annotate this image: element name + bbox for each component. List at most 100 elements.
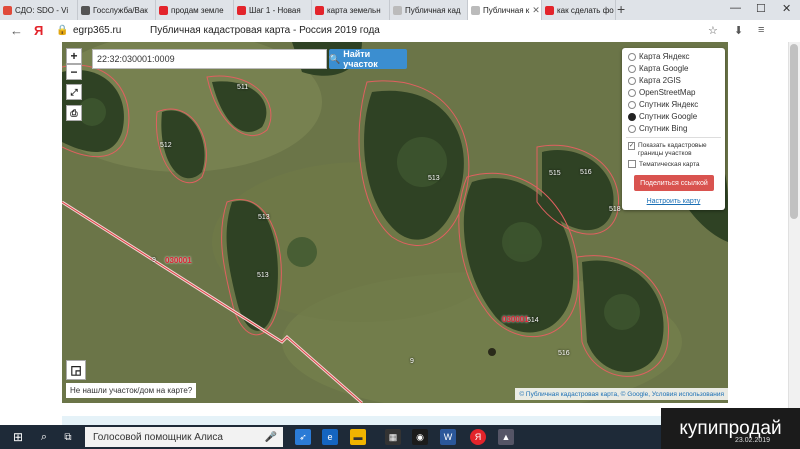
layer-option[interactable]: Спутник Яндекс <box>628 100 698 109</box>
media-app-icon[interactable]: ▦ <box>385 429 401 445</box>
radio-icon <box>628 76 636 85</box>
layer-option-selected[interactable]: Спутник Google <box>628 112 697 121</box>
tab-favicon-icon <box>237 5 246 15</box>
browser-tab[interactable]: Публичная кад <box>390 0 468 20</box>
zoom-out-button[interactable]: − <box>66 64 82 80</box>
browser-tab[interactable]: Госслужба/Вак <box>78 0 156 20</box>
file-explorer-icon[interactable]: ▬ <box>350 429 366 445</box>
layer-label: Спутник Яндекс <box>639 100 699 109</box>
parcel-label: 9 <box>152 257 156 264</box>
obs-icon[interactable]: ◉ <box>412 429 428 445</box>
tab-favicon-icon <box>471 5 480 15</box>
tab-label: Публичная кад <box>405 5 461 15</box>
yandex-logo-icon[interactable]: Я <box>34 23 43 38</box>
print-icon[interactable]: ⎙ <box>66 105 82 121</box>
parcel-label: 9 <box>410 358 414 365</box>
page-title: Публичная кадастровая карта - Россия 201… <box>150 25 380 36</box>
radio-icon <box>628 100 636 109</box>
layer-option[interactable]: Карта Яндекс <box>628 52 690 61</box>
tab-favicon-icon <box>3 5 12 15</box>
checkbox-checked-icon: ✓ <box>628 142 636 150</box>
word-icon[interactable]: W <box>440 429 456 445</box>
layer-option[interactable]: Карта 2GIS <box>628 76 681 85</box>
taskbar-date: 23.02.2019 <box>735 437 771 444</box>
radio-icon <box>628 64 636 73</box>
taskbar-search-input[interactable]: Голосовой помощник Алиса 🎤 <box>85 427 283 447</box>
browser-tab-active[interactable]: Публичная к ✕ <box>468 0 542 20</box>
tab-favicon-icon <box>545 5 554 15</box>
divider <box>626 137 721 138</box>
zoom-in-button[interactable]: + <box>66 48 82 64</box>
watermark-logo: купипродай <box>661 408 800 449</box>
windows-start-icon[interactable]: ⊞ <box>10 429 26 445</box>
minimize-icon[interactable]: — <box>730 2 741 14</box>
url-text[interactable]: egrp365.ru <box>73 25 121 36</box>
edge-browser-icon[interactable]: e <box>322 429 338 445</box>
find-parcel-button[interactable]: 🔍 Найти участок <box>329 49 407 69</box>
layer-option[interactable]: Карта Google <box>628 64 688 73</box>
thematic-map-checkbox[interactable]: Тематическая карта <box>628 160 700 168</box>
checkbox-label: Тематическая карта <box>639 160 700 168</box>
parcel-label: 512 <box>160 142 172 149</box>
browser-tab[interactable]: продам земле <box>156 0 234 20</box>
browser-tab[interactable]: СДО: SDO - Vi <box>0 0 78 20</box>
configure-map-link[interactable]: Настроить карту <box>622 198 725 205</box>
browser-tab[interactable]: как сделать фо <box>542 0 616 20</box>
tab-label: продам земле <box>171 5 224 15</box>
not-found-link[interactable]: Не нашли участок/дом на карте? <box>66 383 196 398</box>
download-icon[interactable]: ⬇ <box>734 24 743 37</box>
address-bar: ← Я 🔒 egrp365.ru Публичная кадастровая к… <box>0 20 800 43</box>
browser-tab[interactable]: Шаг 1 - Новая <box>234 0 312 20</box>
cadastral-borders-checkbox[interactable]: ✓ Показать кадастровые границы участков <box>628 142 718 158</box>
layer-option[interactable]: Спутник Bing <box>628 124 687 133</box>
radio-icon <box>628 124 636 133</box>
radio-icon <box>628 52 636 61</box>
layer-label: Спутник Bing <box>639 124 688 133</box>
layer-option[interactable]: OpenStreetMap <box>628 88 695 97</box>
new-tab-icon[interactable]: + <box>617 1 625 17</box>
close-tab-icon[interactable]: ✕ <box>532 5 540 16</box>
back-arrow-icon[interactable]: ← <box>10 23 23 38</box>
tab-label: Шаг 1 - Новая <box>249 5 301 15</box>
parcel-label: 516 <box>558 350 570 357</box>
cadastral-search-input[interactable] <box>92 49 327 69</box>
share-link-button[interactable]: Поделиться ссылкой <box>634 175 714 191</box>
tab-label: карта земельн <box>327 5 381 15</box>
layer-label: Карта Яндекс <box>639 52 690 61</box>
layer-label: Карта Google <box>639 64 689 73</box>
layer-label: OpenStreetMap <box>639 88 696 97</box>
find-parcel-label: Найти участок <box>343 49 378 69</box>
layer-label: Спутник Google <box>639 112 698 121</box>
radio-selected-icon <box>628 112 636 121</box>
browser-tab-strip: СДО: SDO - Vi Госслужба/Вак продам земле… <box>0 0 800 20</box>
fullscreen-icon[interactable]: ⤢ <box>66 84 82 100</box>
checkbox-icon <box>628 160 636 168</box>
satellite-map[interactable]: 511 512 513 513 515 516 518 9 513 514 9 … <box>62 42 728 403</box>
lock-icon: 🔒 <box>56 25 69 36</box>
parcel-label: 511 <box>237 84 249 91</box>
quarter-label: 030001 <box>502 315 529 324</box>
bookmark-icon[interactable]: ☆ <box>708 24 718 37</box>
tab-favicon-icon <box>159 5 168 15</box>
scrollbar-thumb[interactable] <box>790 44 798 219</box>
photos-icon[interactable]: ▲ <box>498 429 514 445</box>
browser-tab[interactable]: карта земельн <box>312 0 390 20</box>
quarter-label: 030001 <box>165 256 192 265</box>
checkbox-label: Показать кадастровые границы участков <box>638 142 707 157</box>
ruler-tool-icon[interactable]: ◲ <box>66 360 86 380</box>
parcel-label: 513 <box>428 175 440 182</box>
tab-favicon-icon <box>393 5 402 15</box>
maximize-icon[interactable]: ☐ <box>756 2 766 15</box>
tab-label: Госслужба/Вак <box>93 5 148 15</box>
menu-icon[interactable]: ≡ <box>758 24 764 36</box>
tab-favicon-icon <box>315 5 324 15</box>
map-attribution: © Публичная кадастровая карта, © Google,… <box>515 388 728 400</box>
search-icon[interactable]: ⌕ <box>36 429 52 445</box>
yandex-browser-icon[interactable]: Я <box>470 429 486 445</box>
layer-switcher-panel: Карта Яндекс Карта Google Карта 2GIS Ope… <box>622 48 725 210</box>
microphone-icon[interactable]: 🎤 <box>265 432 277 443</box>
task-view-icon[interactable]: ⧉ <box>60 429 76 445</box>
taskbar-search-text: Голосовой помощник Алиса <box>93 431 223 443</box>
close-window-icon[interactable]: ✕ <box>782 2 791 15</box>
app-launcher-icon[interactable]: ➶ <box>295 429 311 445</box>
